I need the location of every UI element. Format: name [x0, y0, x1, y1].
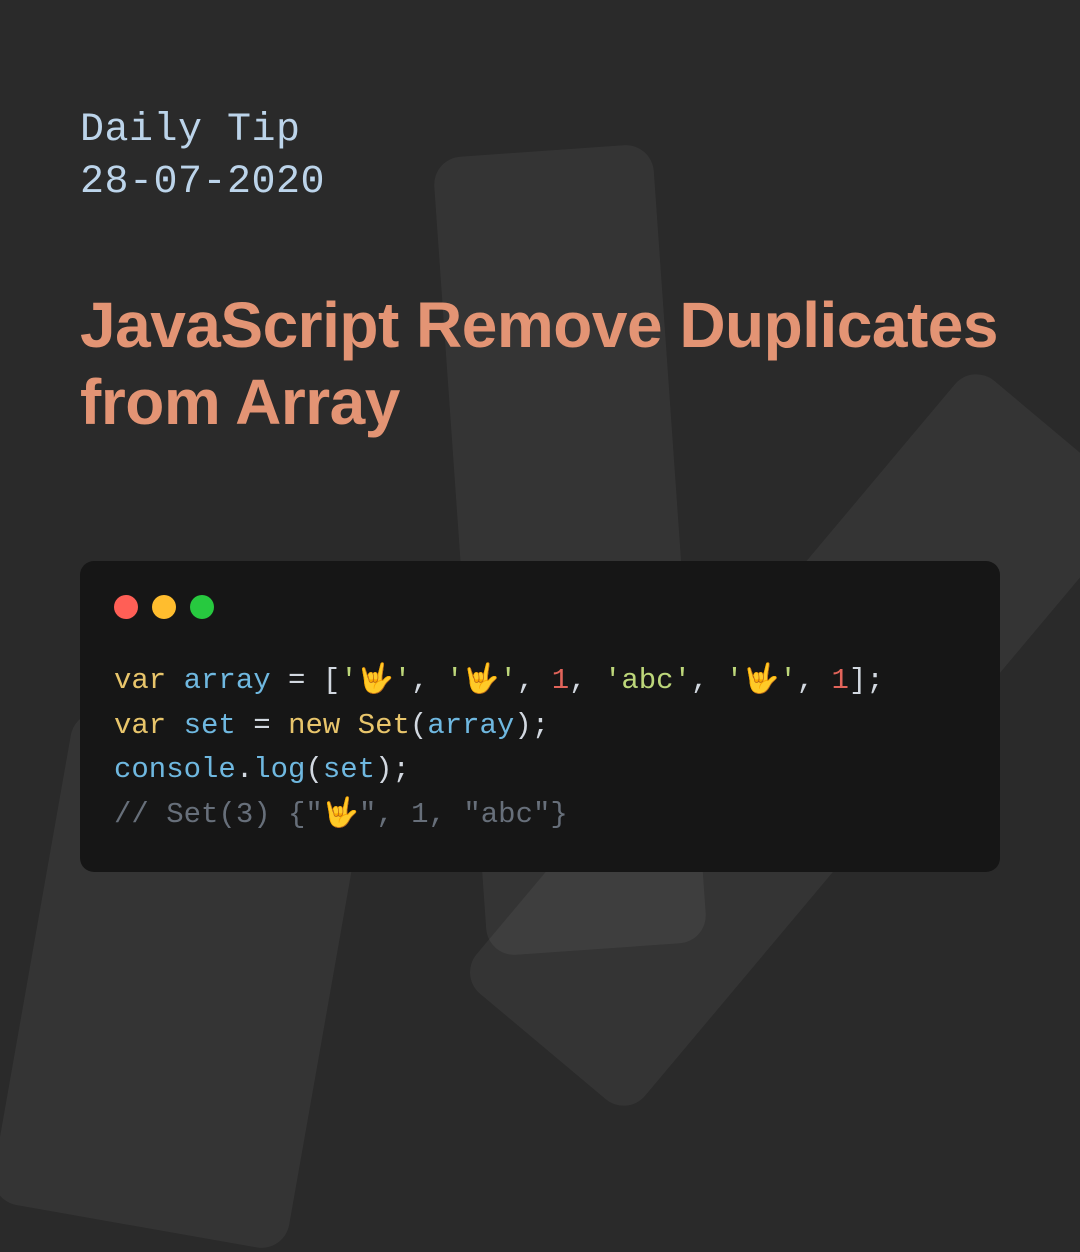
code-line-4: // Set(3) {"🤟", 1, "abc"} [114, 798, 568, 831]
code-line-1: var array = ['🤟', '🤟', 1, 'abc', '🤟', 1]… [114, 664, 884, 697]
window-dot-red [114, 595, 138, 619]
window-controls [114, 595, 966, 619]
header-date: 28-07-2020 [80, 157, 1000, 209]
code-window: var array = ['🤟', '🤟', 1, 'abc', '🤟', 1]… [80, 561, 1000, 873]
page-title: JavaScript Remove Duplicates from Array [80, 287, 1000, 441]
header-label: Daily Tip [80, 105, 1000, 157]
content: Daily Tip 28-07-2020 JavaScript Remove D… [0, 0, 1080, 872]
header: Daily Tip 28-07-2020 [80, 105, 1000, 209]
code-line-2: var set = new Set(array); [114, 709, 549, 742]
code-content: var array = ['🤟', '🤟', 1, 'abc', '🤟', 1]… [114, 659, 966, 839]
window-dot-green [190, 595, 214, 619]
code-line-3: console.log(set); [114, 753, 410, 786]
window-dot-yellow [152, 595, 176, 619]
